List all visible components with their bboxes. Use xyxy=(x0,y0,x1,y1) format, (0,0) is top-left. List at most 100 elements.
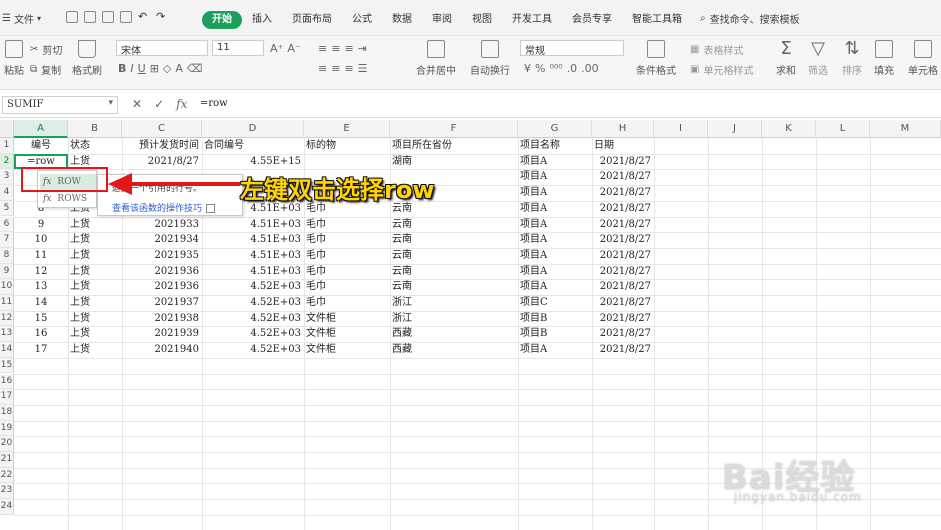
cut-button[interactable]: ✂ 剪切 xyxy=(30,42,62,57)
cell[interactable]: 上货 xyxy=(68,312,122,326)
conditional-format-button[interactable]: 条件格式 xyxy=(636,40,676,77)
row-header[interactable]: 23 xyxy=(0,483,14,500)
row-header[interactable]: 10 xyxy=(0,279,14,295)
name-box[interactable]: SUMIF ▾ xyxy=(2,96,118,114)
cell[interactable]: 合同编号 xyxy=(202,139,304,153)
cell[interactable]: 2021/8/27 xyxy=(592,170,654,184)
cell[interactable]: 毛巾 xyxy=(304,249,390,263)
cell[interactable]: 2021933 xyxy=(122,218,202,232)
cell[interactable]: 项目A xyxy=(518,155,592,169)
cell[interactable]: 毛巾 xyxy=(304,218,390,232)
cell[interactable]: 11 xyxy=(14,249,68,263)
cell[interactable]: 云南 xyxy=(390,265,518,279)
insert-function-icon[interactable]: fx xyxy=(176,97,187,111)
cell[interactable]: 17 xyxy=(14,343,68,357)
column-header[interactable]: C xyxy=(122,120,202,138)
cell[interactable]: 毛巾 xyxy=(304,280,390,294)
row-header[interactable]: 11 xyxy=(0,295,14,311)
cell[interactable]: 2021/8/27 xyxy=(592,202,654,216)
indent-icon[interactable]: ⇥ xyxy=(358,42,367,55)
cell[interactable]: 项目A xyxy=(518,170,592,184)
select-all-corner[interactable] xyxy=(0,120,14,138)
sort-button[interactable]: ⇅ 排序 xyxy=(842,40,862,78)
column-header[interactable]: B xyxy=(68,120,122,138)
column-header[interactable]: A xyxy=(14,120,68,138)
column-header[interactable]: K xyxy=(762,120,816,138)
column-header[interactable]: L xyxy=(816,120,870,138)
wrap-text-button[interactable]: 自动换行 xyxy=(470,40,510,77)
font-color-icon[interactable]: A xyxy=(175,62,183,75)
cell[interactable]: 上货 xyxy=(68,233,122,247)
cell[interactable]: 云南 xyxy=(390,280,518,294)
cell[interactable]: 文件柜 xyxy=(304,343,390,357)
cell[interactable]: 2021936 xyxy=(122,280,202,294)
row-header[interactable]: 7 xyxy=(0,232,14,248)
cell[interactable]: 2021/8/27 xyxy=(592,296,654,310)
cell[interactable]: 4.51E+03 xyxy=(202,265,304,279)
cell[interactable]: 项目所在省份 xyxy=(390,139,518,153)
underline-icon[interactable]: U xyxy=(138,62,146,75)
cell[interactable]: 16 xyxy=(14,327,68,341)
cell[interactable]: 2021/8/27 xyxy=(592,249,654,263)
cell[interactable]: 4.55E+15 xyxy=(202,155,304,169)
cell[interactable]: 上货 xyxy=(68,343,122,357)
tab-view[interactable]: 视图 xyxy=(462,11,502,29)
percent-icon[interactable]: % xyxy=(535,62,545,75)
row-header[interactable]: 22 xyxy=(0,467,14,484)
cell[interactable]: 4.52E+03 xyxy=(202,296,304,310)
cell[interactable]: 12 xyxy=(14,265,68,279)
tab-member[interactable]: 会员专享 xyxy=(562,11,622,29)
sum-button[interactable]: Σ 求和 xyxy=(776,40,796,78)
cell[interactable]: 项目B xyxy=(518,327,592,341)
row-header[interactable]: 9 xyxy=(0,263,14,280)
cell[interactable]: 上货 xyxy=(68,280,122,294)
cell[interactable]: 上货 xyxy=(68,265,122,279)
row-header[interactable]: 18 xyxy=(0,404,14,421)
cell[interactable]: 云南 xyxy=(390,218,518,232)
align-middle-icon[interactable]: ≡ xyxy=(331,42,340,55)
cell[interactable]: 标的物 xyxy=(304,139,390,153)
cell[interactable]: 项目名称 xyxy=(518,139,592,153)
function-help-link[interactable]: 查看该函数的操作技巧 xyxy=(112,201,216,214)
cell[interactable]: 项目A xyxy=(518,233,592,247)
cell[interactable]: 2021/8/27 xyxy=(592,265,654,279)
cell[interactable]: 9 xyxy=(14,218,68,232)
tab-smart-toolbox[interactable]: 智能工具箱 xyxy=(622,11,692,29)
column-header[interactable]: J xyxy=(708,120,762,138)
decrease-decimal-icon[interactable]: .00 xyxy=(581,62,599,75)
cell[interactable]: 14 xyxy=(14,296,68,310)
row-header[interactable]: 21 xyxy=(0,452,14,468)
tab-page-layout[interactable]: 页面布局 xyxy=(282,11,342,29)
row-header[interactable]: 15 xyxy=(0,357,14,374)
cell[interactable]: 4.52E+03 xyxy=(202,280,304,294)
cell[interactable]: 西藏 xyxy=(390,327,518,341)
cell[interactable]: 2021/8/27 xyxy=(122,155,202,169)
currency-icon[interactable]: ¥ xyxy=(524,62,531,75)
fill-color-icon[interactable]: ◇ xyxy=(163,62,171,75)
row-header[interactable]: 12 xyxy=(0,310,14,327)
cell[interactable]: 项目A xyxy=(518,186,592,200)
cell[interactable]: 湖南 xyxy=(390,155,518,169)
column-header[interactable]: D xyxy=(202,120,304,138)
column-header[interactable]: G xyxy=(518,120,592,138)
cell[interactable]: 项目A xyxy=(518,265,592,279)
align-right-icon[interactable]: ≡ xyxy=(344,62,353,75)
export-pdf-icon[interactable] xyxy=(84,11,96,23)
cell[interactable]: 2021939 xyxy=(122,327,202,341)
align-center-icon[interactable]: ≡ xyxy=(331,62,340,75)
row-header[interactable]: 20 xyxy=(0,436,14,452)
redo-icon[interactable]: ↷ xyxy=(156,11,168,23)
column-header[interactable]: E xyxy=(304,120,390,138)
cell[interactable]: 项目A xyxy=(518,249,592,263)
cell[interactable]: 2021/8/27 xyxy=(592,155,654,169)
cell[interactable]: 4.52E+03 xyxy=(202,312,304,326)
fill-button[interactable]: 填充 xyxy=(874,40,894,77)
cell[interactable]: 2021/8/27 xyxy=(592,312,654,326)
cell[interactable]: 项目A xyxy=(518,343,592,357)
confirm-icon[interactable]: ✓ xyxy=(154,97,164,111)
cell[interactable]: 日期 xyxy=(592,139,654,153)
italic-icon[interactable]: I xyxy=(130,62,133,75)
cell[interactable]: 2021940 xyxy=(122,343,202,357)
cell[interactable]: 浙江 xyxy=(390,312,518,326)
cell[interactable]: 项目A xyxy=(518,202,592,216)
